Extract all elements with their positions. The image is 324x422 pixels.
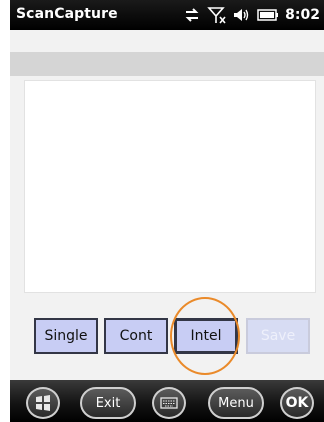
exit-label: Exit <box>95 395 121 411</box>
windows-logo-icon <box>34 394 52 412</box>
keyboard-icon <box>160 396 178 410</box>
single-button[interactable]: Single <box>34 318 98 354</box>
ok-label: OK <box>285 395 309 411</box>
battery-icon <box>257 8 279 22</box>
exit-button[interactable]: Exit <box>80 387 136 419</box>
no-signal-icon <box>207 5 227 25</box>
cont-button[interactable]: Cont <box>104 318 168 354</box>
status-clock: 8:02 <box>285 7 320 23</box>
save-button[interactable]: Save <box>246 318 310 354</box>
menu-button[interactable]: Menu <box>208 387 264 419</box>
menu-label: Menu <box>218 395 254 411</box>
device-screen: ScanCapture 8:02 Single Cont Intel Save … <box>10 0 324 422</box>
intel-button[interactable]: Intel <box>174 318 238 354</box>
scan-preview-area <box>24 80 316 293</box>
ok-button[interactable]: OK <box>280 387 314 419</box>
softkey-bar: Exit Menu OK <box>10 380 324 422</box>
keyboard-button[interactable] <box>152 387 186 419</box>
app-title: ScanCapture <box>16 6 118 22</box>
speaker-icon <box>233 6 251 24</box>
sync-arrows-icon <box>183 6 201 24</box>
scan-mode-buttons: Single Cont Intel Save <box>10 318 324 358</box>
start-button[interactable] <box>26 387 60 419</box>
status-icons: 8:02 <box>183 4 320 26</box>
preview-header-band <box>10 52 324 76</box>
status-bar: ScanCapture 8:02 <box>10 0 324 30</box>
